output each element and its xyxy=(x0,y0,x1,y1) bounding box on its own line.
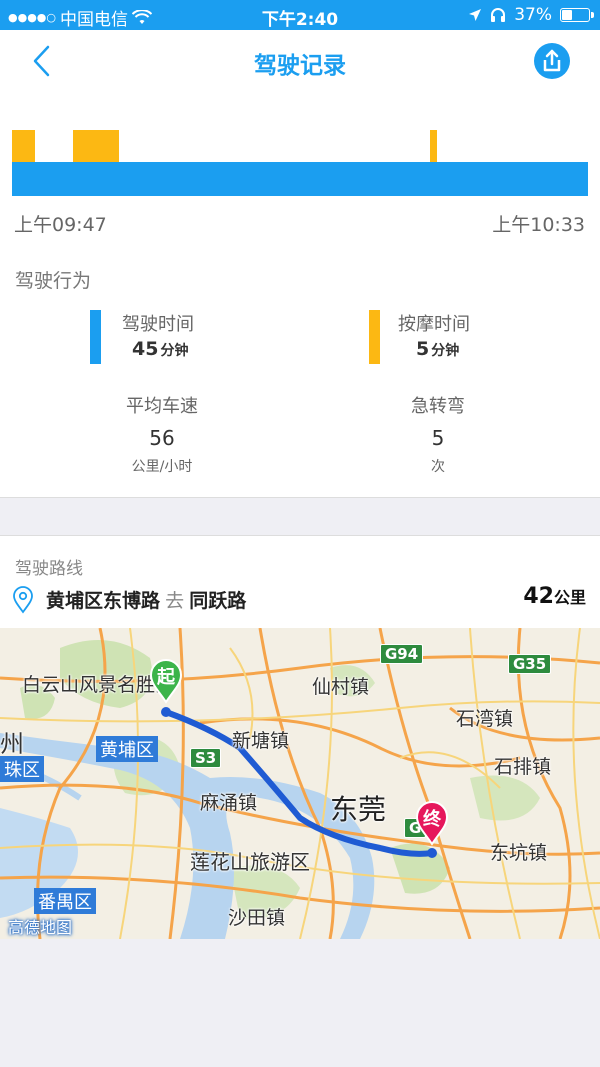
battery-percent: 37% xyxy=(514,5,552,25)
map-label-zhuqu: 珠区 xyxy=(0,756,44,782)
nav-bar: 驾驶记录 xyxy=(0,30,600,92)
start-point xyxy=(161,707,171,717)
massage-time-bar xyxy=(369,310,380,364)
battery-fill xyxy=(562,10,573,20)
massage-time-unit: 分钟 xyxy=(431,343,460,359)
massage-segment xyxy=(430,130,437,162)
map-label-xintang: 新塘镇 xyxy=(232,730,290,752)
route-from: 黄埔区东博路 xyxy=(46,590,161,612)
page-title: 驾驶记录 xyxy=(254,53,346,79)
highway-badge-g35: G35 xyxy=(508,654,552,674)
route-map[interactable]: 白云山风景名胜区 州 珠区 黄埔区 新塘镇 麻涌镇 东莞 莲花山旅游区 沙田镇 … xyxy=(0,628,600,939)
route-to: 同跃路 xyxy=(189,590,247,612)
end-marker-label: 终 xyxy=(423,809,441,830)
map-label-shiwan: 石湾镇 xyxy=(456,708,514,730)
map-label-zhou: 州 xyxy=(0,730,24,758)
route-via: 去 xyxy=(165,590,185,612)
end-point xyxy=(427,848,437,858)
massage-time-metric: 按摩时间 5 分钟 xyxy=(369,310,529,366)
sharp-turns-value: 5 xyxy=(431,426,445,450)
location-arrow-icon xyxy=(469,9,482,21)
drive-time-bar xyxy=(90,310,101,364)
status-bar: ●●●●○ 中国电信 下午2:40 37% xyxy=(0,0,600,30)
drive-time-metric: 驾驶时间 45 分钟 xyxy=(90,310,250,366)
battery-icon xyxy=(560,8,594,22)
map-label-xiancun: 仙村镇 xyxy=(312,676,370,698)
sharp-turns-stat: 急转弯 5 次 xyxy=(348,392,528,476)
drive-time-label: 驾驶时间 xyxy=(122,314,194,335)
share-button[interactable] xyxy=(534,43,570,79)
highway-badge-g94: G94 xyxy=(380,644,424,664)
route-distance-unit: 公里 xyxy=(553,588,586,607)
headphones-icon xyxy=(491,8,506,22)
map-label-dongguan: 东莞 xyxy=(330,793,387,826)
avg-speed-label: 平均车速 xyxy=(126,396,198,417)
status-right: 37% xyxy=(468,5,594,25)
route-section-title: 驾驶路线 xyxy=(15,559,83,579)
avg-speed-stat: 平均车速 56 公里/小时 xyxy=(72,392,252,476)
driving-bar xyxy=(12,162,588,196)
end-marker[interactable]: 终 xyxy=(414,800,450,846)
location-pin-icon xyxy=(13,586,33,614)
map-label-dongkeng: 东坑镇 xyxy=(490,842,548,864)
highway-badge-s3: S3 xyxy=(190,748,222,768)
massage-segment xyxy=(12,130,35,162)
route-distance: 42公里 xyxy=(523,584,586,609)
drive-time-value: 45 xyxy=(132,338,159,360)
sharp-turns-unit: 次 xyxy=(431,459,445,475)
behavior-section-title: 驾驶行为 xyxy=(15,270,92,292)
route-distance-value: 42 xyxy=(523,584,554,609)
route-text: 黄埔区东博路 去 同跃路 xyxy=(46,586,246,613)
route-card: 驾驶路线 黄埔区东博路 去 同跃路 42公里 白云山风景名胜区 州 珠区 黄埔区… xyxy=(0,535,600,939)
sharp-turns-label: 急转弯 xyxy=(411,396,465,417)
start-marker[interactable]: 起 xyxy=(148,658,184,704)
end-time: 上午10:33 xyxy=(492,214,585,236)
avg-speed-value: 56 xyxy=(149,426,175,450)
drive-timeline xyxy=(12,130,588,196)
map-label-shatian: 沙田镇 xyxy=(228,907,286,929)
start-time: 上午09:47 xyxy=(14,214,107,236)
map-label-shipai: 石排镇 xyxy=(494,756,552,778)
drive-time-unit: 分钟 xyxy=(160,343,189,359)
map-label-lianhua: 莲花山旅游区 xyxy=(190,850,310,874)
map-logo: 高德地图 xyxy=(8,918,73,937)
massage-time-label: 按摩时间 xyxy=(398,314,470,335)
massage-time-value: 5 xyxy=(416,338,430,360)
map-label-mayong: 麻涌镇 xyxy=(200,792,258,814)
drive-time-value-row: 45 分钟 xyxy=(132,338,188,360)
route-summary: 黄埔区东博路 去 同跃路 42公里 xyxy=(12,584,588,616)
massage-segment xyxy=(73,130,119,162)
driving-summary-card: 上午09:47 上午10:33 驾驶行为 驾驶时间 45 分钟 按摩时间 5 分钟 … xyxy=(0,92,600,498)
massage-time-value-row: 5 分钟 xyxy=(416,338,459,360)
map-label-panyu: 番禺区 xyxy=(34,888,96,914)
avg-speed-unit: 公里/小时 xyxy=(131,459,193,475)
share-icon xyxy=(543,49,561,72)
start-marker-label: 起 xyxy=(157,667,175,688)
map-label-huangpu: 黄埔区 xyxy=(96,736,158,762)
